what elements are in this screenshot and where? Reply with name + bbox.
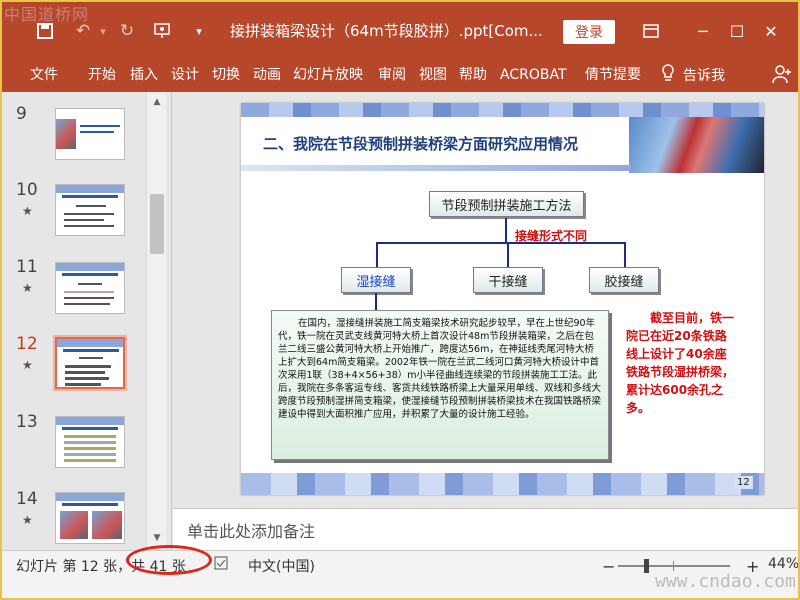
zoom-level[interactable]: 44%	[768, 556, 799, 572]
tab-insert[interactable]: 插入	[130, 64, 158, 86]
tell-me-label: 告诉我	[683, 68, 725, 84]
slide-thumbnail[interactable]	[55, 108, 125, 160]
thumbnail-scrollbar[interactable]: ▲ ▼	[146, 92, 166, 550]
thumbnail-number: 12	[16, 334, 38, 354]
zoom-slider-track[interactable]	[618, 565, 730, 567]
zoom-slider-handle[interactable]	[644, 559, 649, 573]
lightbulb-icon	[661, 64, 675, 86]
redo-icon[interactable]: ↻	[114, 18, 140, 44]
thumbnail-number: 14	[16, 489, 38, 509]
tab-slideshow[interactable]: 幻灯片放映	[293, 64, 363, 86]
connector-line	[624, 242, 626, 267]
save-icon[interactable]	[32, 18, 58, 44]
animation-star-icon: ★	[22, 281, 33, 295]
tab-file[interactable]: 文件	[30, 64, 58, 86]
title-bar: 中国道桥网 ↶ ▾ ↻ ▾ 接拼装箱梁设计（64m节段胶拼）.ppt[Com..…	[0, 0, 800, 58]
scroll-down-icon[interactable]: ▼	[147, 530, 167, 546]
tab-review[interactable]: 审阅	[378, 64, 406, 86]
tab-view[interactable]: 视图	[419, 64, 447, 86]
animation-star-icon: ★	[22, 204, 33, 218]
slide-thumbnail[interactable]	[55, 184, 125, 236]
maximize-icon[interactable]: ☐	[722, 18, 752, 44]
spellcheck-icon[interactable]	[214, 556, 228, 574]
tab-help[interactable]: 帮助	[459, 64, 487, 86]
tab-transitions[interactable]: 切换	[212, 64, 240, 86]
zoom-out-button[interactable]: −	[602, 557, 615, 576]
minimize-icon[interactable]: ─	[688, 18, 718, 44]
tab-animations[interactable]: 动画	[253, 64, 281, 86]
thumbnail-number: 13	[16, 412, 38, 432]
scroll-up-icon[interactable]: ▲	[147, 94, 167, 110]
tab-storyline[interactable]: 倩节提要	[585, 64, 641, 86]
share-user-icon[interactable]	[772, 64, 792, 88]
customize-toolbar-icon[interactable]: ▾	[186, 18, 212, 44]
slide-thumbnail-selected[interactable]	[53, 335, 127, 391]
connector-line	[507, 242, 509, 267]
thumbnail-number: 11	[16, 257, 38, 277]
undo-dropdown-icon[interactable]: ▾	[90, 18, 116, 44]
tab-acrobat[interactable]: ACROBAT	[500, 64, 567, 86]
language-indicator[interactable]: 中文(中国)	[248, 556, 315, 576]
slide-footer-band	[241, 473, 764, 495]
slide-side-note: 截至目前，铁一院已在近20条铁路线上设计了40余座铁路节段湿拼桥梁，累计达600…	[626, 311, 735, 415]
slide-header-photo	[629, 117, 764, 173]
notes-pane[interactable]: 单击此处添加备注	[173, 508, 800, 550]
close-icon[interactable]: ✕	[756, 18, 786, 44]
slide-title-rule	[241, 165, 631, 171]
slide-thumbnail[interactable]	[55, 492, 125, 544]
thumbnail-number: 10	[16, 180, 38, 200]
animation-star-icon: ★	[22, 358, 33, 372]
diagram-box-method: 节段预制拼装施工方法	[429, 191, 584, 217]
tell-me-search[interactable]: 告诉我	[661, 64, 725, 86]
tab-design[interactable]: 设计	[171, 64, 199, 86]
slide-title: 二、我院在节段预制拼装桥梁方面研究应用情况	[263, 135, 579, 153]
slide-header-band	[241, 103, 764, 117]
slide-thumbnail[interactable]	[55, 262, 125, 314]
slide-body-text: 在国内，湿接缝拼装施工简支箱梁技术研究起步较早，早在上世纪90年代，铁一院在灵武…	[271, 310, 609, 460]
connector-line	[505, 218, 507, 242]
diagram-box-wet-joint: 湿接缝	[341, 267, 411, 293]
current-slide[interactable]: 二、我院在节段预制拼装桥梁方面研究应用情况 节段预制拼装施工方法 接缝形式不同 …	[241, 103, 764, 495]
zoom-slider-center-tick	[673, 561, 674, 571]
connector-line	[375, 293, 377, 310]
scroll-thumb[interactable]	[150, 194, 164, 254]
diagram-box-glued-joint: 胶接缝	[589, 267, 659, 293]
tab-home[interactable]: 开始	[88, 64, 116, 86]
document-title: 接拼装箱梁设计（64m节段胶拼）.ppt[Com...	[230, 22, 543, 40]
notes-placeholder[interactable]: 单击此处添加备注	[187, 518, 315, 542]
slide-thumbnail[interactable]	[55, 416, 125, 468]
slide-page-number: 12	[734, 476, 753, 489]
connector-line	[376, 242, 625, 244]
watermark-bottom: www.cndao.com	[655, 571, 796, 592]
login-button[interactable]: 登录	[563, 20, 615, 44]
thumbnail-number: 9	[16, 104, 27, 124]
connector-line	[376, 242, 378, 267]
animation-star-icon: ★	[22, 513, 33, 527]
start-from-beginning-icon[interactable]	[150, 18, 176, 44]
ribbon-display-options-icon[interactable]	[636, 18, 666, 44]
diagram-box-dry-joint: 干接缝	[473, 267, 543, 293]
highlight-annotation-circle	[126, 545, 212, 575]
slide-counter-current: 幻灯片 第 12 张，	[16, 559, 132, 575]
